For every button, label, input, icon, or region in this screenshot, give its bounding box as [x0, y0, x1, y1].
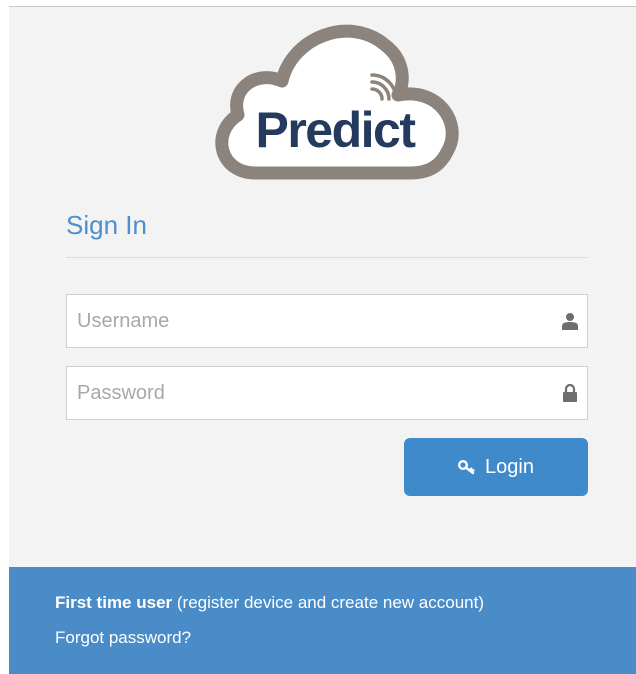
- username-field[interactable]: [66, 294, 588, 348]
- login-button[interactable]: Login: [404, 438, 588, 496]
- sign-in-title: Sign In: [66, 210, 147, 240]
- first-time-user-link[interactable]: First time user (register device and cre…: [55, 593, 484, 613]
- lock-icon: [563, 384, 577, 402]
- first-time-user-desc: (register device and create new account): [172, 593, 484, 612]
- footer-bar: First time user (register device and cre…: [9, 567, 636, 674]
- username-input[interactable]: [67, 295, 547, 347]
- key-icon: [458, 460, 475, 475]
- login-label: Login: [485, 455, 534, 478]
- password-input[interactable]: [67, 367, 547, 419]
- user-icon: [562, 313, 578, 330]
- login-panel: Predict Sign In Login First time user (r…: [9, 6, 636, 674]
- password-field[interactable]: [66, 366, 588, 420]
- forgot-password-link[interactable]: Forgot password?: [55, 628, 191, 648]
- first-time-user-bold: First time user: [55, 593, 173, 612]
- predict-logo: Predict: [215, 24, 459, 180]
- title-divider: [66, 257, 588, 258]
- logo-text: Predict: [255, 102, 416, 158]
